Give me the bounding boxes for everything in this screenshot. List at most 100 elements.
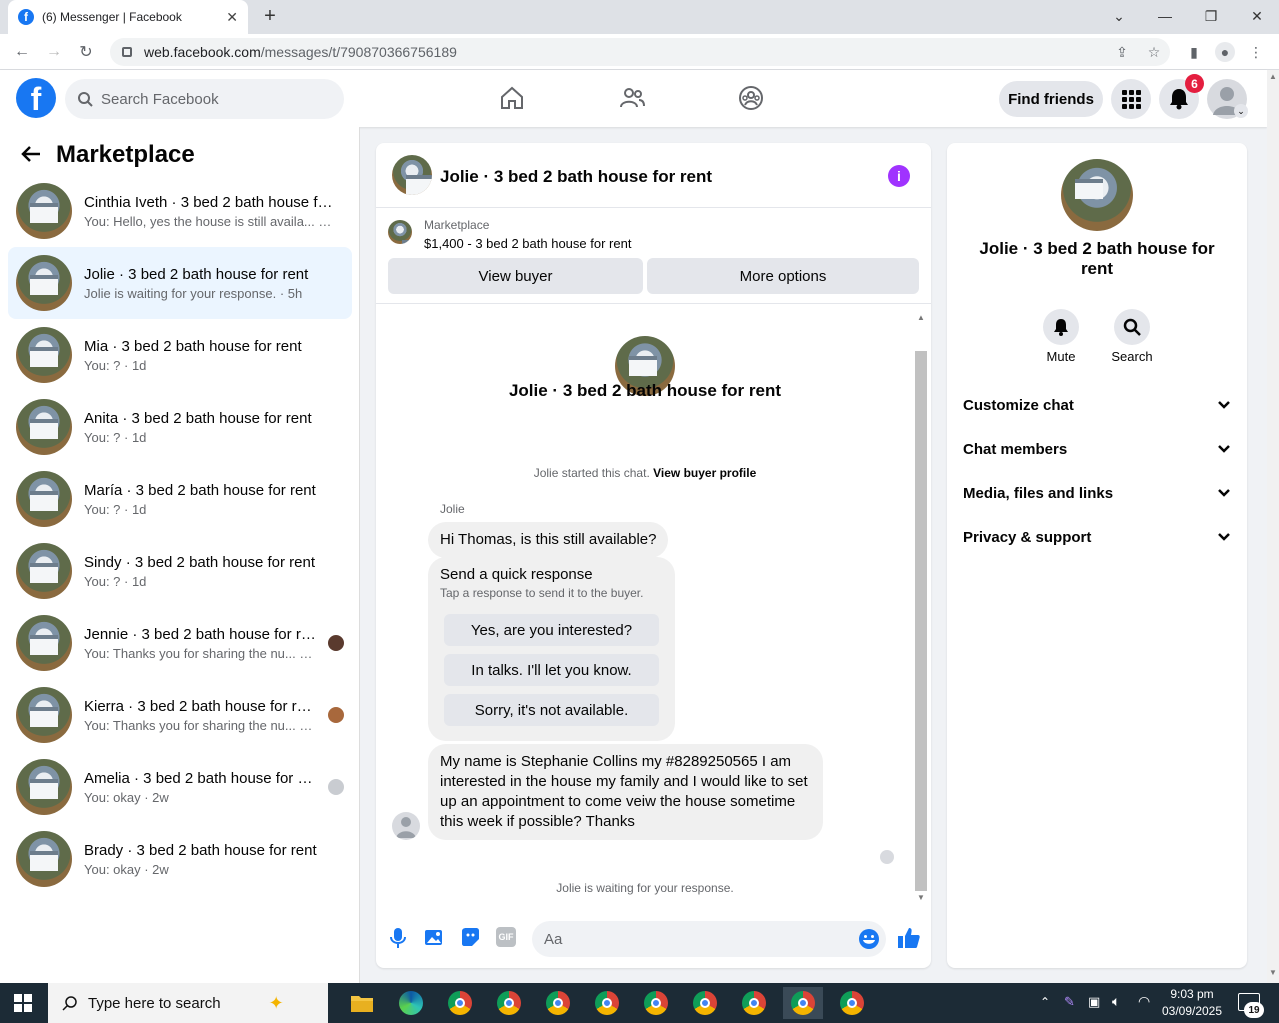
taskbar-search-input[interactable]: Type here to search ✦ (48, 983, 328, 1023)
minimize-icon[interactable]: — (1150, 4, 1180, 28)
restore-icon[interactable]: ❐ (1196, 4, 1226, 28)
message-bubble[interactable]: My name is Stephanie Collins my #8289250… (428, 744, 823, 840)
conversation-snippet: You: okay · 2w (84, 861, 169, 877)
scrollbar-thumb[interactable] (915, 351, 927, 891)
sticker-icon[interactable] (460, 927, 480, 952)
mute-label[interactable]: Mute (1031, 349, 1091, 364)
window-close-icon[interactable]: ✕ (1242, 4, 1272, 28)
file-explorer-icon[interactable] (342, 987, 382, 1019)
facebook-logo-icon[interactable]: f (16, 78, 56, 118)
more-options-button[interactable]: More options (647, 258, 919, 294)
privacy-support-section[interactable]: Privacy & support (963, 515, 1231, 559)
forward-arrow-icon[interactable]: → (42, 40, 66, 64)
tray-meet-icon[interactable]: ▣ (1088, 994, 1100, 1010)
profile-icon[interactable]: ● (1215, 42, 1235, 62)
edge-icon[interactable] (391, 987, 431, 1019)
conversation-item[interactable]: María · 3 bed 2 bath house for rent You: … (8, 463, 352, 535)
scroll-up-icon[interactable]: ▲ (917, 313, 925, 322)
view-buyer-button[interactable]: View buyer (388, 258, 643, 294)
back-arrow-icon[interactable] (20, 143, 42, 171)
chrome-active-icon[interactable] (783, 987, 823, 1019)
url-path: /messages/t/790870366756189 (260, 44, 457, 60)
search-in-chat-icon[interactable] (1114, 309, 1150, 345)
find-friends-button[interactable]: Find friends (999, 81, 1103, 117)
message-bubble[interactable]: Hi Thomas, is this still available? (428, 522, 669, 558)
chat-members-section[interactable]: Chat members (963, 427, 1231, 471)
close-tab-icon[interactable]: ✕ (226, 9, 238, 26)
chrome-icon[interactable] (636, 987, 676, 1019)
groups-icon[interactable] (735, 82, 767, 114)
chrome-icon[interactable] (489, 987, 529, 1019)
message-input[interactable]: Aa (532, 921, 886, 957)
media-files-links-section[interactable]: Media, files and links (963, 471, 1231, 515)
volume-icon[interactable]: 🔈︎ (1112, 993, 1120, 1010)
conversation-item[interactable]: Brady · 3 bed 2 bath house for rent You: … (8, 823, 352, 895)
reload-icon[interactable]: ↻ (74, 40, 98, 64)
photo-icon[interactable] (424, 927, 444, 952)
chrome-icon[interactable] (832, 987, 872, 1019)
tab-search-icon[interactable]: ⌄ (1104, 4, 1134, 28)
quick-response-in-talks-button[interactable]: In talks. I'll let you know. (444, 654, 659, 686)
conversation-item-active[interactable]: Jolie · 3 bed 2 bath house for rent Jolie… (8, 247, 352, 319)
page-scrollbar[interactable]: ▲ ▼ (1267, 70, 1279, 983)
chat-title[interactable]: Jolie · 3 bed 2 bath house for rent (440, 167, 712, 187)
listing-title[interactable]: $1,400 - 3 bed 2 bath house for rent (424, 236, 631, 251)
chat-scrollbar[interactable]: ▲ ▼ (915, 313, 927, 903)
emoji-icon[interactable] (858, 928, 880, 955)
new-tab-icon[interactable]: + (258, 4, 282, 28)
microphone-icon[interactable] (388, 927, 408, 954)
conversation-name: Cinthia Iveth · 3 bed 2 bath house for r… (84, 193, 334, 211)
conversation-snippet: You: Thanks you for sharing the nu... · … (84, 645, 316, 661)
conversation-item[interactable]: Sindy · 3 bed 2 bath house for rent You: … (8, 535, 352, 607)
share-icon[interactable]: ⇪ (1112, 42, 1132, 62)
tray-chevron-up-icon[interactable]: ⌃ (1040, 995, 1050, 1009)
friends-icon[interactable] (616, 82, 648, 114)
thumbs-up-icon[interactable] (897, 926, 921, 955)
search-icon (62, 996, 77, 1011)
conversation-snippet: You: ? · 1d (84, 429, 147, 445)
conversation-item[interactable]: Amelia · 3 bed 2 bath house for rent You:… (8, 751, 352, 823)
account-chevron-icon[interactable]: ⌄ (1234, 104, 1248, 118)
tray-pen-icon[interactable]: ✎ (1064, 994, 1075, 1010)
chrome-icon[interactable] (685, 987, 725, 1019)
listing-thumbnail[interactable] (388, 220, 412, 244)
search-facebook-input[interactable]: Search Facebook (65, 79, 344, 119)
chevron-down-icon (1218, 445, 1230, 453)
chrome-icon[interactable] (734, 987, 774, 1019)
back-arrow-icon[interactable]: ← (10, 40, 34, 64)
quick-response-yes-button[interactable]: Yes, are you interested? (444, 614, 659, 646)
scroll-down-icon[interactable]: ▼ (917, 893, 925, 902)
chrome-icon[interactable] (587, 987, 627, 1019)
quick-response-not-available-button[interactable]: Sorry, it's not available. (444, 694, 659, 726)
info-icon[interactable]: i (888, 165, 910, 187)
sender-avatar-icon[interactable] (392, 812, 420, 840)
chrome-profile-icon[interactable] (440, 987, 480, 1019)
conversation-item[interactable]: Mia · 3 bed 2 bath house for rent You: ? … (8, 319, 352, 391)
conversation-item[interactable]: Anita · 3 bed 2 bath house for rent You: … (8, 391, 352, 463)
page-scroll-down-icon[interactable]: ▼ (1269, 968, 1277, 977)
home-icon[interactable] (496, 82, 528, 114)
windows-start-icon[interactable] (14, 994, 32, 1017)
conversation-item[interactable]: Kierra · 3 bed 2 bath house for rent You:… (8, 679, 352, 751)
side-panel-icon[interactable]: ▮ (1184, 42, 1204, 62)
conversation-item[interactable]: Cinthia Iveth · 3 bed 2 bath house for r… (8, 175, 352, 247)
menu-kebab-icon[interactable]: ⋮ (1246, 42, 1266, 62)
menu-grid-icon[interactable] (1111, 79, 1151, 119)
chrome-icon[interactable] (538, 987, 578, 1019)
clock-date: 03/09/2025 (1161, 1004, 1223, 1018)
search-label[interactable]: Search (1102, 349, 1162, 364)
page-scroll-up-icon[interactable]: ▲ (1269, 72, 1277, 81)
mute-bell-icon[interactable] (1043, 309, 1079, 345)
intro-title: Jolie · 3 bed 2 bath house for rent (508, 381, 782, 400)
taskbar-clock[interactable]: 9:03 pm 03/09/2025 (1154, 986, 1230, 1020)
wifi-icon[interactable]: ◠ (1138, 993, 1150, 1010)
search-placeholder: Search Facebook (101, 90, 219, 108)
conversation-item[interactable]: Jennie · 3 bed 2 bath house for rent You:… (8, 607, 352, 679)
gif-icon[interactable]: GIF (496, 927, 516, 947)
customize-chat-section[interactable]: Customize chat (963, 383, 1231, 427)
bookmark-star-icon[interactable]: ☆ (1144, 42, 1164, 62)
view-buyer-profile-link[interactable]: View buyer profile (653, 466, 756, 480)
address-bar[interactable]: web.facebook.com /messages/t/79087036675… (110, 38, 1170, 66)
chat-avatar[interactable] (392, 155, 432, 195)
browser-tab[interactable]: f (6) Messenger | Facebook ✕ (8, 0, 248, 34)
